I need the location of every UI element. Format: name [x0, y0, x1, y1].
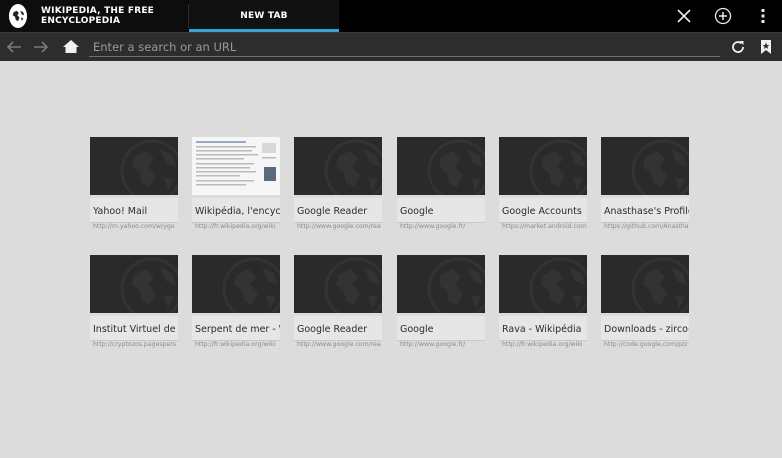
most-visited-tile[interactable]: Google Reader http://www.google.com/rea: [294, 137, 382, 230]
globe-placeholder-icon: [120, 139, 178, 195]
reload-button[interactable]: [727, 36, 749, 58]
home-button[interactable]: [60, 36, 82, 58]
most-visited-tile[interactable]: Google Reader http://www.google.com/rea: [294, 255, 382, 348]
tile-thumbnail: [294, 255, 382, 313]
tile-title: Yahoo! Mail: [90, 198, 178, 223]
bookmark-icon: [761, 40, 771, 54]
tile-url: http://fr.wikipedia.org/wiki: [195, 223, 276, 230]
most-visited-tile[interactable]: Anasthase's Profile -https://github.com/…: [601, 137, 689, 230]
tile-title: Downloads - zirco-br: [601, 316, 689, 341]
globe-placeholder-icon: [427, 139, 485, 195]
most-visited-tile[interactable]: Institut Virtuel de Cryphttp://cryptozos…: [90, 255, 178, 348]
most-visited-tile[interactable]: Google http://www.google.fr/: [397, 137, 485, 230]
globe-placeholder-icon: [427, 257, 485, 313]
tile-thumbnail: [294, 137, 382, 195]
globe-placeholder-icon: [631, 139, 689, 195]
most-visited-tile[interactable]: Google Accounts https://market.android.co…: [499, 137, 587, 230]
tile-thumbnail: [90, 255, 178, 313]
tile-thumbnail: [601, 137, 689, 195]
close-icon: [677, 9, 691, 23]
globe-placeholder-icon: [529, 139, 587, 195]
tile-title: Wikipédia, l'encyclop: [192, 198, 280, 223]
tile-url: http://www.google.com/rea: [297, 341, 381, 348]
tile-thumbnail: [499, 255, 587, 313]
tab-bar: WIKIPEDIA, THE FREE ENCYCLOPEDIA NEW TAB: [0, 0, 782, 32]
tile-title: Institut Virtuel de Cryp: [90, 316, 178, 341]
back-arrow-icon: [6, 41, 21, 53]
add-tab-button[interactable]: [711, 4, 735, 28]
tile-url: http://www.google.fr/: [400, 223, 466, 230]
tile-title: Google Accounts: [499, 198, 587, 223]
tile-url: http://m.yahoo.com/w/ygo: [93, 223, 175, 230]
globe-placeholder-icon: [324, 139, 382, 195]
globe-placeholder-icon: [324, 257, 382, 313]
most-visited-tile[interactable]: Rava - Wikipédia http://fr.wikipedia.org/…: [499, 255, 587, 348]
reload-icon: [732, 41, 744, 53]
most-visited-tile[interactable]: Google http://www.google.fr/: [397, 255, 485, 348]
globe-placeholder-icon: [120, 257, 178, 313]
tile-url: https://github.com/Anasthas: [604, 223, 689, 230]
tab-new-tab-label: NEW TAB: [240, 11, 288, 21]
most-visited-tile[interactable]: Yahoo! Mail http://m.yahoo.com/w/ygo: [90, 137, 178, 230]
tile-url: http://fr.wikipedia.org/wiki: [502, 341, 583, 348]
tile-url: http://www.google.fr/: [400, 341, 466, 348]
tile-thumbnail: [192, 137, 280, 195]
globe-placeholder-icon: [529, 257, 587, 313]
tile-url: http://fr.wikipedia.org/wiki: [195, 341, 276, 348]
globe-placeholder-icon: [222, 257, 280, 313]
forward-button[interactable]: [30, 36, 52, 58]
home-icon: [63, 40, 79, 53]
tile-thumbnail: [397, 255, 485, 313]
close-tab-button[interactable]: [672, 4, 696, 28]
tile-url: https://market.android.com: [502, 223, 587, 230]
tile-title: Google: [397, 198, 485, 223]
add-tab-icon: [714, 7, 732, 25]
tab-new-tab[interactable]: NEW TAB: [189, 0, 339, 32]
wikipedia-globe-icon: [9, 4, 28, 28]
tile-thumbnail: [192, 255, 280, 313]
overflow-menu-icon: [761, 9, 765, 23]
tile-url: http://www.google.com/rea: [297, 223, 381, 230]
bookmarks-button[interactable]: [755, 36, 777, 58]
tab-wikipedia[interactable]: WIKIPEDIA, THE FREE ENCYCLOPEDIA: [0, 0, 188, 32]
url-input[interactable]: [89, 37, 720, 57]
overflow-menu-button[interactable]: [751, 4, 775, 28]
most-visited-tile[interactable]: Downloads - zirco-brhttp://code.google.c…: [601, 255, 689, 348]
tile-title: Anasthase's Profile -: [601, 198, 689, 223]
tile-thumbnail: [601, 255, 689, 313]
tile-title: Rava - Wikipédia: [499, 316, 587, 341]
tile-url: http://cryptozos.pagespers: [93, 341, 177, 348]
tab-wikipedia-label: WIKIPEDIA, THE FREE ENCYCLOPEDIA: [41, 6, 155, 26]
tile-thumbnail: [397, 137, 485, 195]
page-preview-thumbnail: [192, 137, 280, 195]
most-visited-tile[interactable]: Serpent de mer - Wikihttp://fr.wikipedia…: [192, 255, 280, 348]
back-button[interactable]: [3, 36, 25, 58]
tile-title: Google Reader: [294, 316, 382, 341]
globe-placeholder-icon: [631, 257, 689, 313]
most-visited-tile[interactable]: Wikipédia, l'encyclophttp://fr.wikipedia…: [192, 137, 280, 230]
tile-thumbnail: [90, 137, 178, 195]
tile-url: http://code.google.com/p/z: [604, 341, 688, 348]
forward-arrow-icon: [34, 41, 49, 53]
tile-thumbnail: [499, 137, 587, 195]
tile-title: Google: [397, 316, 485, 341]
tile-title: Serpent de mer - Wiki: [192, 316, 280, 341]
tile-title: Google Reader: [294, 198, 382, 223]
url-bar: [0, 32, 782, 61]
